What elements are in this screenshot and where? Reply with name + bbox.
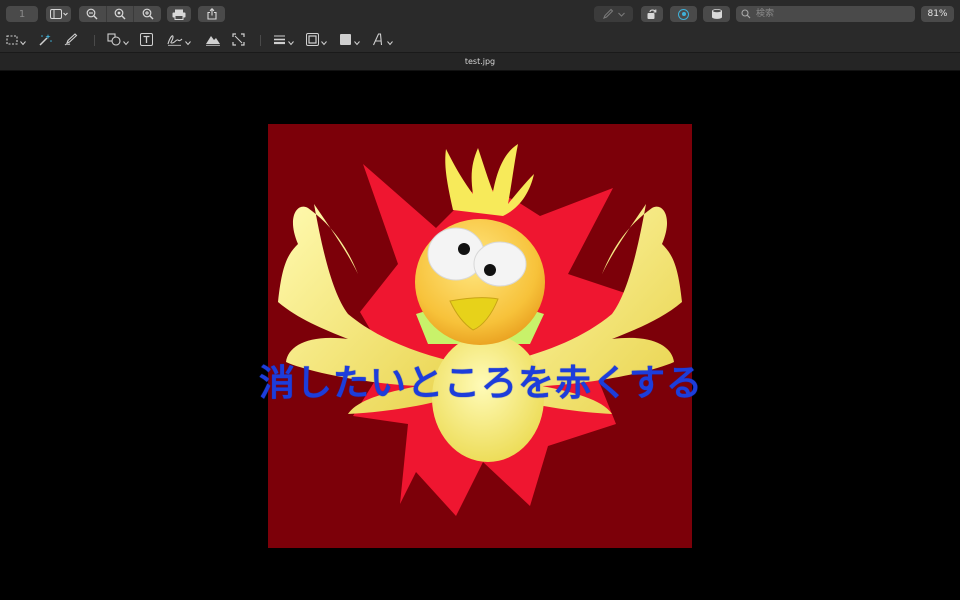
bird-illustration [278,144,682,516]
pen-menu-button[interactable] [594,6,633,22]
instant-alpha-icon [38,31,52,50]
print-icon [172,9,186,20]
right-eye [473,241,527,287]
shapes-icon [107,31,121,50]
sidebar-toggle-button[interactable] [46,6,71,22]
chevron-down-icon [354,31,360,50]
document-title: test.jpg [464,57,496,66]
chevron-down-icon [288,31,294,50]
chevron-down-icon [618,12,625,17]
document-title-bar: test.jpg [0,53,960,71]
text-style-icon [372,31,385,50]
chevron-down-icon [123,31,129,50]
search-icon [741,9,751,19]
stack-button[interactable] [703,6,730,22]
chevron-down-icon [185,31,191,50]
pen-icon [602,8,614,20]
zoom-level-display[interactable]: 81% [921,6,954,22]
sidebar-icon [49,9,68,19]
shapes-tool[interactable] [107,32,129,48]
sign-icon [167,31,183,50]
toolbar-separator [260,35,261,46]
zoom-level-label: 81% [927,9,948,19]
main-toolbar: 1 検索 81% [0,0,960,28]
markup-toolbar-button[interactable] [670,6,697,22]
text-tool[interactable] [140,32,153,48]
markup-icon [678,8,689,20]
zoom-actual-size-button[interactable] [105,6,134,22]
text-style-tool[interactable] [372,32,393,48]
page-number-field[interactable]: 1 [6,6,38,22]
adjust-color-tool[interactable] [205,32,221,48]
image-content[interactable] [268,124,692,548]
sign-tool[interactable] [167,32,191,48]
sketch-icon [64,31,78,50]
rect-select-icon [6,31,18,50]
page-number: 1 [18,8,26,20]
text-icon [140,31,153,50]
zoom-out-button[interactable] [79,6,106,22]
chevron-down-icon [20,31,26,50]
right-pupil [484,264,496,276]
resize-icon [232,31,245,50]
search-field[interactable] [736,6,915,22]
chevron-down-icon [387,31,393,50]
line-style-tool[interactable] [273,32,294,48]
print-button[interactable] [167,6,191,22]
zoom-actual-icon [114,8,126,20]
border-color-tool[interactable] [306,32,327,48]
rotate-button[interactable] [641,6,663,22]
sketch-tool[interactable] [64,32,78,48]
zoom-in-button[interactable] [133,6,161,22]
share-button[interactable] [198,6,225,22]
overlay-caption: 消したいところを赤くする [258,363,703,404]
search-input[interactable] [756,7,906,21]
resize-tool[interactable] [232,32,245,48]
zoom-button-group [79,6,161,22]
fill-color-icon [339,31,352,50]
zoom-out-icon [86,8,98,20]
line-style-icon [273,31,286,50]
chevron-down-icon [321,31,327,50]
adjust-color-icon [205,31,221,50]
instant-alpha-tool[interactable] [38,32,52,48]
preview-window: 1 検索 81% test.jpg 消したいところを赤くする [0,0,960,600]
fill-color-tool[interactable] [339,32,360,48]
document-canvas[interactable]: 消したいところを赤くする [0,71,960,600]
share-icon [206,8,217,20]
toolbar-separator [94,35,95,46]
rotate-icon [646,8,658,20]
rect-select-tool[interactable] [6,32,26,48]
markup-toolbar [0,28,960,53]
stack-icon [711,8,723,20]
zoom-in-icon [142,8,154,20]
border-color-icon [306,31,319,50]
left-pupil [458,243,470,255]
